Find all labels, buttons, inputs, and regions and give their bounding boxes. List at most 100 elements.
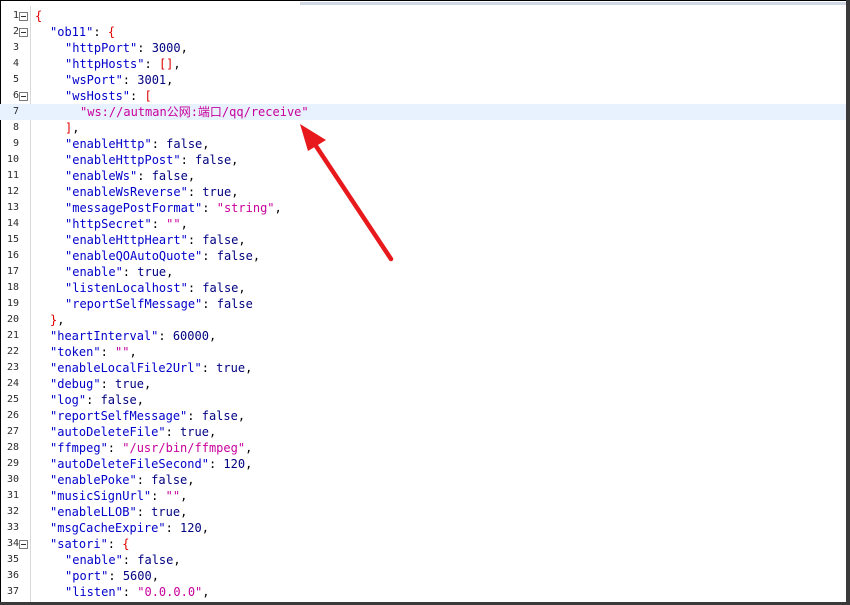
code-token: "string" [216, 201, 275, 215]
code-line[interactable]: 29 "autoDeleteFileSecond": 120, [0, 456, 846, 472]
code-line[interactable]: 23 "enableLocalFile2Url": true, [0, 360, 846, 376]
code-line[interactable]: 2 "ob11": { [0, 24, 846, 40]
code-line[interactable]: 10 "enableHttpPost": false, [0, 152, 846, 168]
code-token: false [137, 553, 174, 567]
code-line[interactable]: 22 "token": "", [0, 344, 846, 360]
code-token: "reportSelfMessage" [50, 409, 188, 423]
code-token: : [130, 89, 145, 103]
code-line[interactable]: 15 "enableHttpHeart": false, [0, 232, 846, 248]
line-number: 23 [6, 362, 19, 373]
code-line[interactable]: 5 "wsPort": 3001, [0, 72, 846, 88]
code-line[interactable]: 11 "enableWs": false, [0, 168, 846, 184]
code-line[interactable]: 25 "log": false, [0, 392, 846, 408]
code-line[interactable]: 34 "satori": { [0, 536, 846, 552]
code-token: "httpSecret" [65, 217, 152, 231]
code-token: "listenLocalhost" [65, 281, 188, 295]
code-line[interactable]: 24 "debug": true, [0, 376, 846, 392]
code-line[interactable]: 6 "wsHosts": [ [0, 88, 846, 104]
code-text: "httpSecret": "", [65, 216, 188, 232]
code-token: [] [158, 57, 174, 71]
line-number: 1 [12, 10, 19, 21]
code-line[interactable]: 37 "listen": "0.0.0.0", [0, 584, 846, 600]
fold-toggle-icon[interactable] [19, 28, 28, 37]
line-number: 11 [6, 170, 19, 181]
code-text: "enableHttpPost": false, [65, 152, 238, 168]
code-text: "port": 5600, [65, 568, 159, 584]
code-token: "autoDeleteFileSecond" [50, 457, 209, 471]
code-line[interactable]: 31 "musicSignUrl": "", [0, 488, 846, 504]
code-token: "httpHosts" [65, 57, 145, 71]
line-number: 6 [12, 90, 19, 101]
code-token: , [173, 553, 181, 567]
code-line[interactable]: 8], [0, 120, 846, 136]
code-token: "ffmpeg" [50, 441, 108, 455]
code-line[interactable]: 26 "reportSelfMessage": false, [0, 408, 846, 424]
code-line[interactable]: 21 "heartInterval": 60000, [0, 328, 846, 344]
code-line[interactable]: 35 "enable": false, [0, 552, 846, 568]
top-scroll-indicator [300, 2, 848, 5]
code-token: : [107, 441, 123, 455]
code-text: "enableHttpHeart": false, [65, 232, 246, 248]
code-token: "enablePoke" [50, 473, 137, 487]
code-token: : [187, 233, 203, 247]
code-line[interactable]: 27 "autoDeleteFile": true, [0, 424, 846, 440]
line-number: 20 [6, 314, 19, 325]
code-line[interactable]: 20}, [0, 312, 846, 328]
code-token: : [158, 329, 173, 343]
code-token: 120 [223, 457, 246, 471]
code-token: "autoDeleteFile" [50, 425, 166, 439]
code-text: }, [50, 312, 64, 328]
fold-toggle-icon[interactable] [19, 12, 28, 21]
code-line[interactable]: 12 "enableWsReverse": true, [0, 184, 846, 200]
code-line[interactable]: 16 "enableQOAutoQuote": false, [0, 248, 846, 264]
code-token: : [202, 201, 217, 215]
code-token: { [107, 25, 116, 39]
code-token: "0.0.0.0" [137, 585, 203, 599]
code-token: false [202, 281, 239, 295]
code-line[interactable]: 18 "listenLocalhost": false, [0, 280, 846, 296]
code-line[interactable]: 4 "httpHosts": [], [0, 56, 846, 72]
code-line[interactable]: 17 "enable": true, [0, 264, 846, 280]
code-text: ], [65, 120, 79, 136]
code-token: : [86, 393, 101, 407]
code-token: , [166, 73, 174, 87]
code-token: : [202, 297, 217, 311]
code-line[interactable]: 9 "enableHttp": false, [0, 136, 846, 152]
code-token: "" [165, 489, 181, 503]
code-line[interactable]: 14 "httpSecret": "", [0, 216, 846, 232]
code-text: "ws://autman公网:端口/qq/receive" [80, 104, 309, 120]
code-token: false [151, 473, 188, 487]
code-line[interactable]: 13 "messagePostFormat": "string", [0, 200, 846, 216]
code-line[interactable]: 28 "ffmpeg": "/usr/bin/ffmpeg", [0, 440, 846, 456]
code-token: "wsHosts" [65, 89, 131, 103]
code-token: : [151, 489, 166, 503]
code-token: "musicSignUrl" [50, 489, 152, 503]
code-line[interactable]: 3 "httpPort": 3000, [0, 40, 846, 56]
code-token: , [57, 313, 65, 327]
code-text: "autoDeleteFile": true, [50, 424, 216, 440]
code-token: "httpPort" [65, 41, 138, 55]
code-token: : [122, 553, 138, 567]
code-line[interactable]: 36 "port": 5600, [0, 568, 846, 584]
code-editor[interactable]: 1{2 "ob11": {3 "httpPort": 3000, 4 "httpHost… [0, 8, 846, 600]
code-text: "enableQOAutoQuote": false, [65, 248, 260, 264]
code-line[interactable]: 1{ [0, 8, 846, 24]
code-token: 60000 [172, 329, 209, 343]
code-token: : [208, 457, 224, 471]
code-token: , [187, 169, 196, 183]
code-line[interactable]: 7 "ws://autman公网:端口/qq/receive" [0, 104, 846, 120]
code-token: false [216, 297, 253, 311]
code-text: "heartInterval": 60000, [50, 328, 216, 344]
line-number: 24 [6, 378, 19, 389]
line-number: 19 [6, 298, 19, 309]
fold-toggle-icon[interactable] [19, 540, 28, 549]
fold-toggle-icon[interactable] [19, 92, 28, 101]
code-line[interactable]: 33 "msgCacheExpire": 120, [0, 520, 846, 536]
code-line[interactable]: 30 "enablePoke": false, [0, 472, 846, 488]
code-line[interactable]: 32 "enableLLOB": true, [0, 504, 846, 520]
code-token: : [137, 169, 152, 183]
code-token: false [151, 169, 188, 183]
code-token: false [216, 249, 253, 263]
line-number: 33 [6, 522, 19, 533]
code-line[interactable]: 19 "reportSelfMessage": false [0, 296, 846, 312]
